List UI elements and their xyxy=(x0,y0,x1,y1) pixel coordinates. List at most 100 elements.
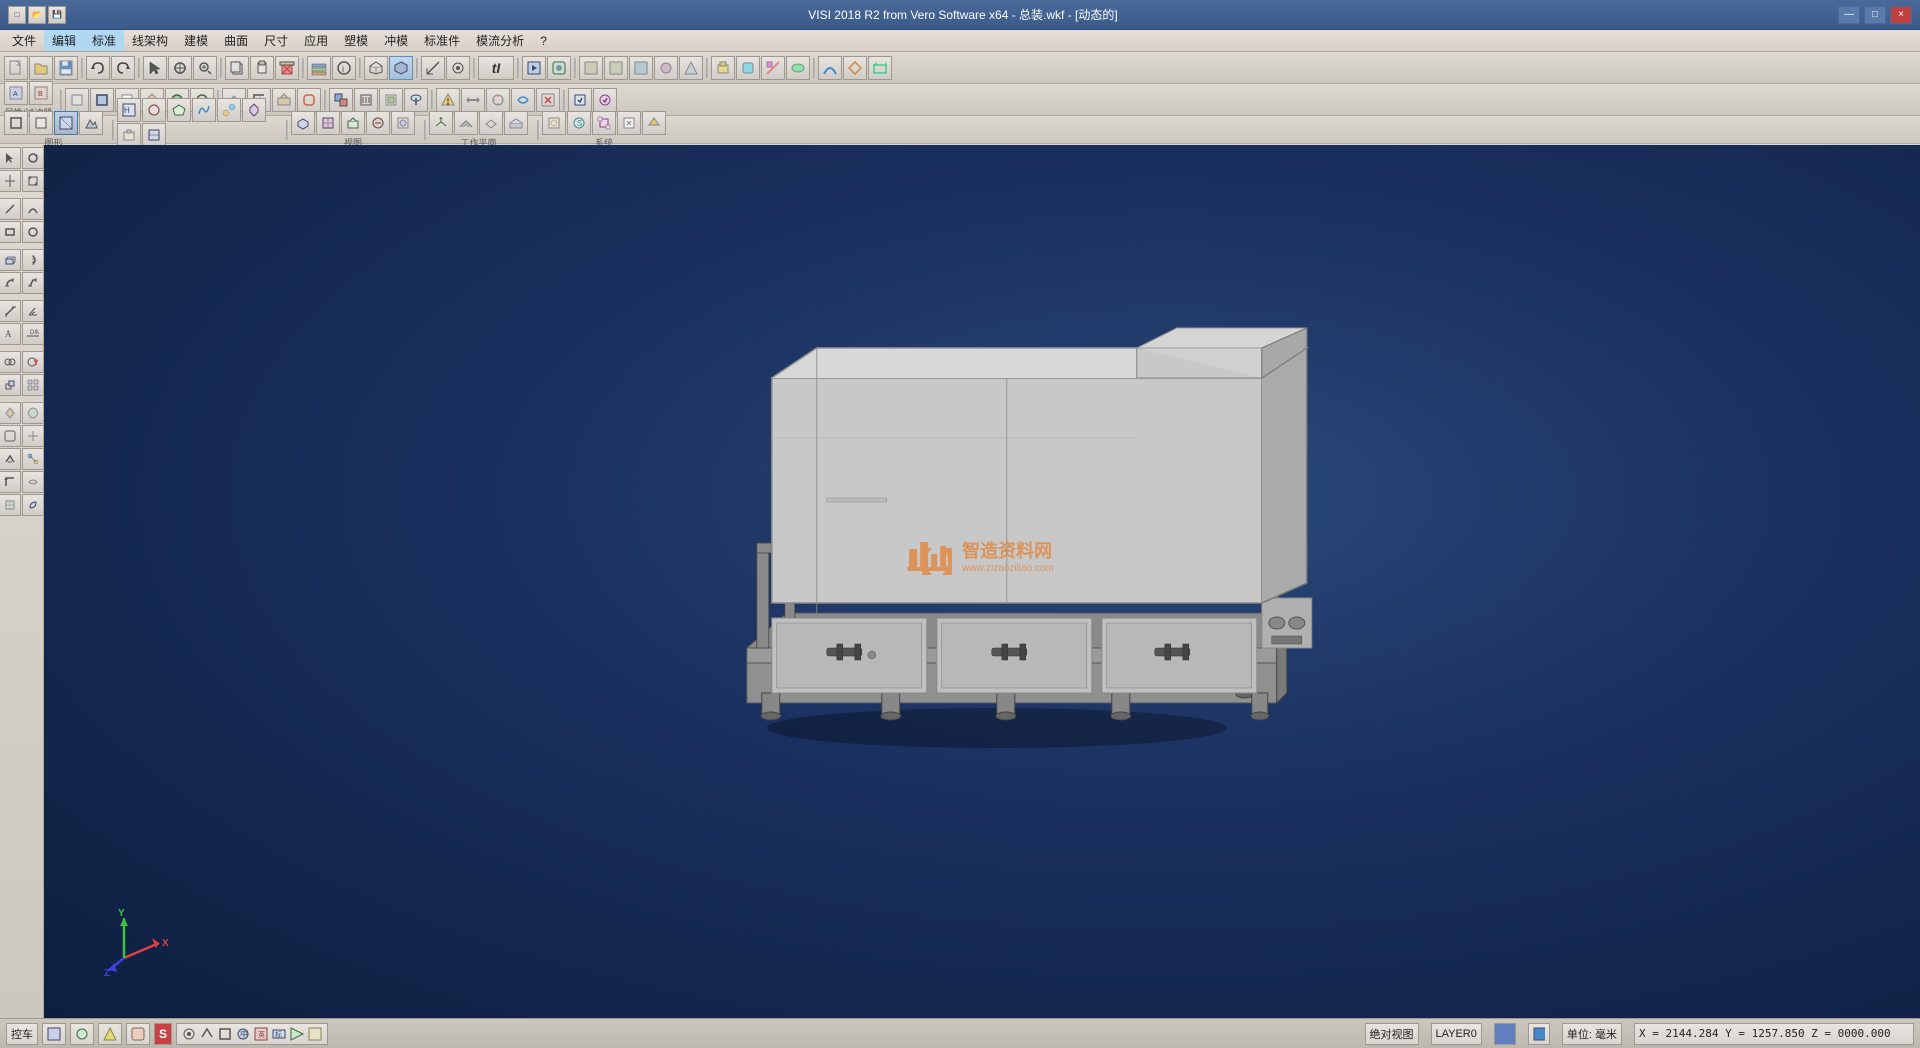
tb-attr1[interactable]: A xyxy=(4,81,28,105)
tb-render2[interactable] xyxy=(547,56,571,80)
tb-c2[interactable] xyxy=(843,56,867,80)
sb-color-swatch[interactable] xyxy=(1494,1023,1516,1045)
side-arc[interactable] xyxy=(22,198,44,220)
tb-d1[interactable] xyxy=(65,88,89,112)
menu-stamp[interactable]: 冲模 xyxy=(376,30,416,51)
side-measure-dist[interactable] xyxy=(0,300,21,322)
menu-build[interactable]: 建模 xyxy=(176,30,216,51)
tb-view-iso[interactable] xyxy=(364,56,388,80)
tb-h2[interactable] xyxy=(593,88,617,112)
tb-wp1[interactable] xyxy=(429,111,453,135)
tb-measure[interactable] xyxy=(421,56,445,80)
tb-shape2[interactable] xyxy=(29,111,53,135)
tb-view5[interactable] xyxy=(391,111,415,135)
tb-a5[interactable] xyxy=(679,56,703,80)
tb-zoom[interactable] xyxy=(193,56,217,80)
side-zoom-fit[interactable] xyxy=(22,170,44,192)
side-transform[interactable] xyxy=(0,374,21,396)
menu-std-parts[interactable]: 标准件 xyxy=(416,30,468,51)
sb-icon1[interactable] xyxy=(42,1023,66,1045)
tb-save-file[interactable] xyxy=(54,56,78,80)
side-rect[interactable] xyxy=(0,221,21,243)
side-revolve[interactable] xyxy=(22,249,44,271)
tb-open-file[interactable] xyxy=(29,56,53,80)
side-line[interactable] xyxy=(0,198,21,220)
side-fillet[interactable] xyxy=(0,272,21,294)
tb-view3[interactable] xyxy=(341,111,365,135)
side-misc1[interactable] xyxy=(0,402,21,424)
tb-properties[interactable]: i xyxy=(332,56,356,80)
menu-edit[interactable]: 编辑 xyxy=(44,30,84,51)
tb-wp2[interactable] xyxy=(454,111,478,135)
side-text[interactable]: A xyxy=(0,323,21,345)
tb-img1[interactable]: H xyxy=(117,98,141,122)
menu-wireframe[interactable]: 线架构 xyxy=(124,30,176,51)
side-circle[interactable] xyxy=(22,221,44,243)
side-extrude[interactable] xyxy=(0,249,21,271)
side-misc6[interactable] xyxy=(22,448,44,470)
tb-b4[interactable] xyxy=(786,56,810,80)
side-misc10[interactable] xyxy=(22,494,44,516)
side-misc3[interactable] xyxy=(0,425,21,447)
menu-surface[interactable]: 曲面 xyxy=(216,30,256,51)
tb-b1[interactable] xyxy=(711,56,735,80)
menu-standard[interactable]: 标准 xyxy=(84,30,124,51)
tb-b3[interactable] xyxy=(761,56,785,80)
tb-view4[interactable] xyxy=(366,111,390,135)
side-measure-angle[interactable] xyxy=(22,300,44,322)
tb-f1[interactable] xyxy=(329,88,353,112)
tb-open[interactable]: 📂 xyxy=(28,6,46,24)
tb-shape3[interactable] xyxy=(54,111,78,135)
tb-copy[interactable] xyxy=(225,56,249,80)
tb-ti-icon[interactable]: tI xyxy=(478,56,514,80)
tb-c3[interactable] xyxy=(868,56,892,80)
tb-sys1[interactable] xyxy=(542,111,566,135)
sb-icon2[interactable] xyxy=(70,1023,94,1045)
side-misc5[interactable] xyxy=(0,448,21,470)
tb-layers[interactable] xyxy=(307,56,331,80)
tb-view2[interactable] xyxy=(316,111,340,135)
menu-mold[interactable]: 塑模 xyxy=(336,30,376,51)
tb-sys3[interactable] xyxy=(592,111,616,135)
tb-pan[interactable] xyxy=(168,56,192,80)
tb-f3[interactable] xyxy=(379,88,403,112)
tb-f2[interactable] xyxy=(354,88,378,112)
tb-f4[interactable] xyxy=(404,88,428,112)
tb-snap[interactable] xyxy=(446,56,470,80)
tb-render1[interactable] xyxy=(522,56,546,80)
tb-d2[interactable] xyxy=(90,88,114,112)
tb-shape1[interactable] xyxy=(4,111,28,135)
tb-h1[interactable] xyxy=(568,88,592,112)
menu-flow[interactable]: 模流分析 xyxy=(468,30,532,51)
minimize-button[interactable]: — xyxy=(1838,6,1860,24)
tb-img7[interactable] xyxy=(117,123,141,147)
tb-g1[interactable] xyxy=(436,88,460,112)
tb-save[interactable]: 💾 xyxy=(48,6,66,24)
side-pan[interactable] xyxy=(0,170,21,192)
side-boolean-union[interactable] xyxy=(0,351,21,373)
tb-view-3d[interactable] xyxy=(389,56,413,80)
sb-icon3[interactable] xyxy=(98,1023,122,1045)
side-misc4[interactable] xyxy=(22,425,44,447)
side-misc9[interactable] xyxy=(0,494,21,516)
tb-g5[interactable] xyxy=(536,88,560,112)
side-chamfer[interactable] xyxy=(22,272,44,294)
tb-img8[interactable] xyxy=(142,123,166,147)
tb-img6[interactable] xyxy=(242,98,266,122)
side-boolean-sub[interactable] xyxy=(22,351,44,373)
tb-shape4[interactable] xyxy=(79,111,103,135)
tb-img4[interactable] xyxy=(192,98,216,122)
tb-wp3[interactable] xyxy=(479,111,503,135)
tb-attr2[interactable]: B xyxy=(29,81,53,105)
side-misc7[interactable] xyxy=(0,471,21,493)
tb-g3[interactable] xyxy=(486,88,510,112)
tb-g4[interactable] xyxy=(511,88,535,112)
tb-undo[interactable] xyxy=(86,56,110,80)
tb-c1[interactable] xyxy=(818,56,842,80)
tb-new-doc[interactable] xyxy=(4,56,28,80)
side-select[interactable] xyxy=(0,147,21,169)
tb-sys2[interactable]: S xyxy=(567,111,591,135)
main-viewport[interactable]: 【 】 智造资料网 www.zizaoziliao.com X Y Z xyxy=(44,145,1920,1018)
tb-a2[interactable] xyxy=(604,56,628,80)
side-misc2[interactable] xyxy=(22,402,44,424)
